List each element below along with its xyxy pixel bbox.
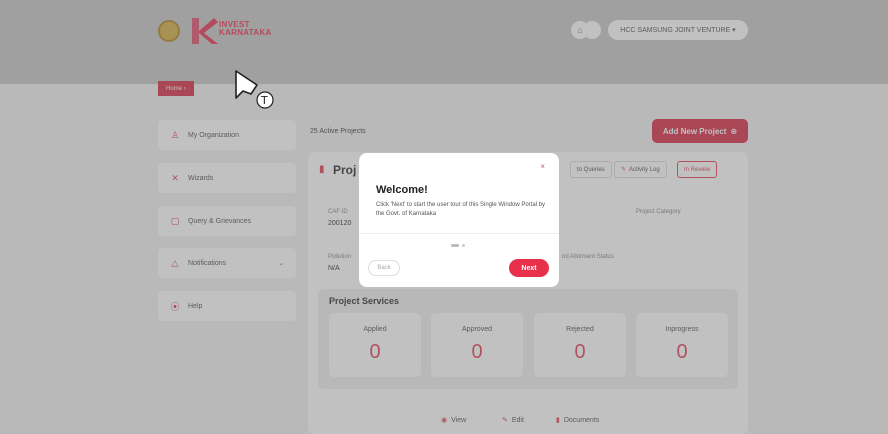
modal-divider (359, 233, 559, 234)
tour-step-indicator (462, 244, 465, 247)
welcome-tour-modal: × Welcome! Click 'Next' to start the use… (359, 153, 559, 287)
modal-description: Click 'Next' to start the user tour of t… (376, 202, 546, 217)
next-button[interactable]: Next (509, 259, 549, 277)
svg-text:T: T (260, 94, 268, 107)
close-icon[interactable]: × (540, 162, 545, 171)
tour-step-indicator-active (451, 244, 459, 247)
back-button[interactable]: Back (368, 260, 400, 276)
mouse-cursor-icon: T (235, 70, 274, 109)
modal-title: Welcome! (376, 184, 428, 196)
